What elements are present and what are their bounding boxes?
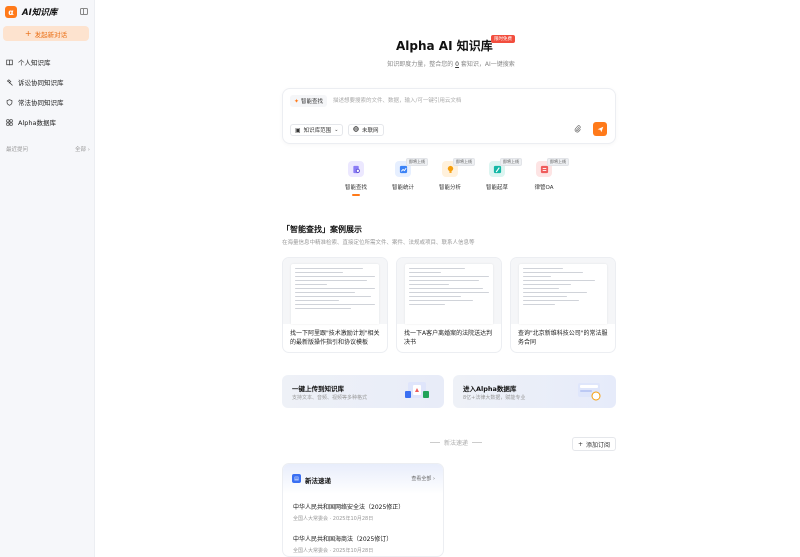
sidebar-item-label: 诉讼协同知识库: [18, 79, 64, 87]
send-icon: [597, 126, 603, 132]
file-upload-illustration-icon: [405, 382, 429, 398]
sidebar-item-label: 常法协同知识库: [18, 99, 64, 107]
plus-icon: +: [24, 29, 32, 38]
sidebar-item-alpha-database[interactable]: Alpha数据库: [0, 112, 95, 132]
cases-subtitle: 在海量信息中精准检索、直接定位所需文件、案件、法规或项目、联系人信息等: [282, 240, 475, 246]
law-card-title: 新法速递: [305, 477, 331, 485]
hero-subtitle-prefix: 知识即度力量，整合您的: [387, 61, 454, 68]
document-thumbnail: [511, 258, 615, 324]
library-icon: ▣: [295, 126, 301, 134]
list-item[interactable]: 中华人民共和国海商法（2025修订） 全国人大常委会 · 2025年10月28日: [293, 534, 433, 554]
law-name: 中华人民共和国网络安全法（2025修正）: [293, 504, 405, 511]
sidebar-nav: 个人知识库 诉讼协同知识库 常法协同知识库 Alpha数据库: [0, 52, 95, 132]
sidebar-item-personal-kb[interactable]: 个人知识库: [0, 52, 95, 72]
hero-subtitle: 知识即度力量，整合您的 0 套知识，AI一键搜索: [381, 59, 521, 68]
recent-label: 最近提问: [6, 147, 29, 153]
free-badge: 限时免费: [491, 35, 515, 43]
recent-questions-header: 最近提问 全部 ›: [6, 145, 90, 153]
cases-title: 「智能查找」案例展示: [282, 225, 362, 234]
tool-label: 智能查找: [344, 185, 367, 191]
law-meta: 全国人大常委会 · 2025年10月28日: [293, 548, 374, 554]
alpha-logo-icon: α: [5, 6, 17, 18]
search-doc-icon: [348, 161, 364, 177]
recent-all-link[interactable]: 全部 ›: [75, 145, 90, 153]
tab-smart-stats[interactable]: 即将上线 智能统计: [383, 158, 428, 191]
web-search-label: 未联网: [362, 128, 379, 134]
page-title: Alpha AI 知识库: [396, 39, 493, 53]
brand-name: AI知识库: [22, 8, 58, 18]
active-tab-indicator: [352, 194, 360, 196]
brand[interactable]: α AI知识库: [5, 6, 57, 18]
database-icon: [6, 118, 13, 126]
attach-icon[interactable]: [574, 125, 581, 135]
coming-soon-badge: 即将上线: [547, 158, 569, 166]
kb-scope-label: 知识库范围: [303, 128, 332, 134]
sidebar-item-label: Alpha数据库: [18, 119, 56, 127]
case-caption: 找一下A客户离婚案的法院送达判决书: [404, 330, 493, 346]
search-mode-chip[interactable]: ✦ 智能查找: [290, 95, 328, 107]
tab-law-oa[interactable]: 即将上线 律管OA: [524, 158, 569, 191]
law-card-header: ▤ 新法速递 查看全部 ›: [283, 464, 443, 494]
divider-label: 新法速递: [443, 440, 468, 447]
case-card[interactable]: 找一下A客户离婚案的法院送达判决书: [396, 257, 502, 353]
tool-label: 智能统计: [391, 185, 414, 191]
shield-icon: [6, 98, 13, 106]
law-doc-icon: ▤: [292, 474, 301, 483]
new-chat-button[interactable]: + 发起新对话: [3, 26, 89, 41]
document-thumbnail: [397, 258, 501, 324]
plus-icon: +: [578, 440, 584, 448]
upload-title: 一键上传到知识库: [292, 385, 344, 393]
upload-to-kb-card[interactable]: 一键上传到知识库 支持文本、音频、视频等多种格式: [282, 375, 444, 408]
coming-soon-badge: 即将上线: [406, 158, 428, 166]
law-name: 中华人民共和国海商法（2025修订）: [293, 536, 393, 543]
db-title: 进入Alpha数据库: [463, 385, 517, 393]
web-search-toggle[interactable]: 未联网: [348, 124, 384, 136]
law-meta: 全国人大常委会 · 2025年10月28日: [293, 516, 374, 522]
coming-soon-badge: 即将上线: [500, 158, 522, 166]
search-input[interactable]: [333, 95, 603, 106]
new-laws-card: ▤ 新法速递 查看全部 › 中华人民共和国网络安全法（2025修正） 全国人大常…: [282, 463, 444, 557]
kb-scope-button[interactable]: ▣ 知识库范围 ⌄: [290, 124, 344, 136]
upload-subtitle: 支持文本、音频、视频等多种格式: [292, 395, 368, 401]
database-illustration-icon: [578, 383, 601, 401]
tool-label: 智能起草: [485, 185, 508, 191]
subscribe-label: 添加订阅: [586, 441, 611, 449]
book-icon: [6, 59, 13, 66]
alpha-database-card[interactable]: 进入Alpha数据库 8亿+法律大数据，赋能专业: [453, 375, 616, 408]
case-card[interactable]: 查询"北京新维科技公司"的常法服务合同: [510, 257, 616, 353]
chevron-down-icon: ⌄: [334, 127, 339, 133]
tool-label: 律管OA: [534, 185, 554, 191]
tab-smart-analysis[interactable]: 即将上线 智能分析: [430, 158, 475, 191]
new-laws-divider: 新法速递: [416, 438, 496, 447]
hero-subtitle-suffix: 套知识，AI一键搜索: [460, 61, 515, 68]
sidebar-item-label: 个人知识库: [18, 59, 51, 67]
send-button[interactable]: [593, 122, 607, 136]
document-thumbnail: [283, 258, 387, 324]
sparkle-icon: ✦: [294, 97, 300, 105]
tab-smart-search[interactable]: 智能查找: [336, 161, 376, 196]
tool-label: 智能分析: [438, 185, 461, 191]
search-mode-label: 智能查找: [301, 99, 324, 105]
list-item[interactable]: 中华人民共和国网络安全法（2025修正） 全国人大常委会 · 2025年10月2…: [293, 502, 433, 522]
gavel-icon: [6, 78, 13, 86]
case-card[interactable]: 找一下阿里跟"技术激励计划"相关的最新版操作指引和协议模板: [282, 257, 388, 353]
add-subscription-button[interactable]: + 添加订阅: [572, 437, 617, 451]
sidebar-toggle-icon[interactable]: [80, 8, 88, 15]
case-caption: 查询"北京新维科技公司"的常法服务合同: [518, 330, 608, 346]
new-chat-label: 发起新对话: [34, 30, 68, 39]
coming-soon-badge: 即将上线: [453, 158, 475, 166]
tool-tabs: 智能查找 即将上线 智能统计 即将上线 智能分析 即将上线 智能起草 即将上线 …: [336, 158, 569, 201]
tab-smart-drafting[interactable]: 即将上线 智能起草: [477, 158, 522, 191]
main-content: Alpha AI 知识库 限时免费 知识即度力量，整合您的 0 套知识，AI一键…: [96, 0, 800, 557]
sidebar-item-counsel-kb[interactable]: 常法协同知识库: [0, 92, 95, 112]
kb-count[interactable]: 0: [455, 61, 459, 68]
case-caption: 找一下阿里跟"技术激励计划"相关的最新版操作指引和协议模板: [290, 330, 380, 346]
globe-icon: [353, 126, 359, 134]
db-subtitle: 8亿+法律大数据，赋能专业: [463, 395, 526, 401]
view-all-link[interactable]: 查看全部 ›: [411, 475, 435, 482]
sidebar: α AI知识库 + 发起新对话 个人知识库 诉讼协同知识库 常法协同知识库 Al…: [0, 0, 95, 557]
search-box: ✦ 智能查找 ▣ 知识库范围 ⌄ 未联网: [282, 88, 616, 144]
sidebar-item-litigation-kb[interactable]: 诉讼协同知识库: [0, 72, 95, 92]
